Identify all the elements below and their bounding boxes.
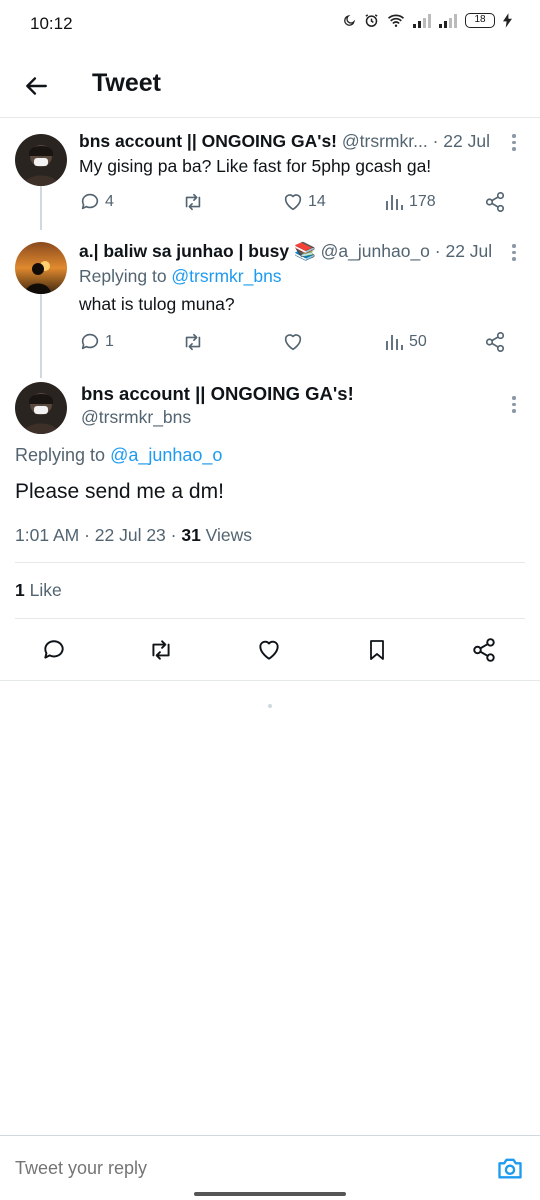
- reply-button[interactable]: 1: [79, 328, 114, 356]
- signal-icon: [439, 13, 457, 28]
- camera-icon: [498, 1158, 522, 1179]
- reply-bar: [0, 1135, 540, 1200]
- back-button[interactable]: [18, 68, 54, 104]
- more-options-icon[interactable]: [512, 396, 518, 413]
- views-icon: [386, 195, 403, 210]
- share-icon: [473, 638, 495, 662]
- main-tweet: bns account || ONGOING GA's! @trsrmkr_bn…: [0, 376, 540, 436]
- display-name[interactable]: bns account || ONGOING GA's!: [81, 383, 354, 405]
- display-name[interactable]: a.| baliw sa junhao | busy 📚: [79, 241, 316, 261]
- bookmark-button[interactable]: [359, 632, 395, 668]
- page-title: Tweet: [92, 69, 161, 97]
- reply-icon: [81, 193, 99, 210]
- status-bar: 10:12 18: [0, 0, 540, 46]
- user-handle[interactable]: @trsrmkr_bns: [81, 407, 354, 428]
- header: Tweet: [0, 56, 540, 118]
- mention-link[interactable]: @trsrmkr_bns: [171, 266, 281, 286]
- signal-icon: [413, 13, 431, 28]
- user-handle[interactable]: @trsrmkr...: [342, 131, 428, 151]
- divider: [15, 618, 525, 619]
- replying-to-label: Replying to: [79, 266, 172, 286]
- battery-icon: 18: [465, 13, 495, 28]
- like-button[interactable]: 14: [282, 188, 326, 216]
- divider: [0, 680, 540, 681]
- heart-icon: [284, 334, 302, 351]
- tweet-header: a.| baliw sa junhao | busy 📚 @a_junhao_o…: [79, 239, 510, 263]
- tweet-timestamp[interactable]: 1:01 AM · 22 Jul 23 ·: [15, 525, 181, 545]
- tweet-meta: 1:01 AM · 22 Jul 23 · 31 Views: [15, 525, 252, 546]
- reply-button[interactable]: [36, 632, 72, 668]
- replying-to-label: Replying to: [15, 445, 111, 465]
- more-options-icon[interactable]: [512, 244, 518, 261]
- display-name[interactable]: bns account || ONGOING GA's!: [79, 131, 337, 151]
- reply-input[interactable]: [15, 1158, 435, 1179]
- home-indicator[interactable]: [194, 1192, 346, 1196]
- tweet-text: Please send me a dm!: [15, 480, 224, 503]
- avatar[interactable]: [15, 382, 67, 434]
- reply-count: 1: [105, 333, 114, 350]
- reply-icon: [81, 333, 99, 350]
- divider: [15, 562, 525, 563]
- tweet-actions: 1 50: [79, 328, 510, 356]
- back-arrow-icon: [26, 77, 47, 95]
- share-icon: [485, 332, 505, 352]
- reply-button[interactable]: 4: [79, 188, 114, 216]
- likes-summary[interactable]: 1 Like: [15, 580, 62, 601]
- main-tweet-actions: [0, 632, 540, 668]
- replying-to: Replying to @trsrmkr_bns: [79, 263, 510, 289]
- tweet-date: · 22 Jul: [429, 241, 493, 261]
- like-button[interactable]: [282, 328, 308, 356]
- share-button[interactable]: [484, 328, 506, 356]
- tweet-actions: 4 14 178: [79, 188, 510, 216]
- alarm-icon: [364, 13, 379, 28]
- more-options-icon[interactable]: [512, 134, 518, 151]
- tweet-header: bns account || ONGOING GA's! @trsrmkr...…: [79, 129, 510, 153]
- share-icon: [485, 192, 505, 212]
- avatar[interactable]: [15, 242, 67, 294]
- share-button[interactable]: [466, 632, 502, 668]
- tweet-date: · 22 Jul: [427, 131, 490, 151]
- thread-tweet[interactable]: bns account || ONGOING GA's! @trsrmkr...…: [0, 126, 540, 226]
- avatar[interactable]: [15, 134, 67, 186]
- like-count: 14: [308, 193, 326, 210]
- likes-count: 1: [15, 580, 25, 600]
- views-count: 178: [409, 193, 436, 210]
- tweet-content: a.| baliw sa junhao | busy 📚 @a_junhao_o…: [79, 239, 510, 317]
- tweet-text: My gising pa ba? Like fast for 5php gcas…: [79, 156, 432, 176]
- author-info: bns account || ONGOING GA's! @trsrmkr_bn…: [81, 383, 354, 428]
- replying-to: Replying to @a_junhao_o: [15, 445, 222, 466]
- views-button[interactable]: 50: [385, 328, 427, 356]
- like-button[interactable]: [251, 632, 287, 668]
- retweet-button[interactable]: [143, 632, 179, 668]
- retweet-icon: [185, 333, 201, 351]
- retweet-button[interactable]: [181, 328, 209, 356]
- reply-count: 4: [105, 193, 114, 210]
- heart-icon: [284, 194, 302, 211]
- wifi-icon: [387, 13, 405, 28]
- retweet-icon: [185, 193, 201, 211]
- tweet-content: bns account || ONGOING GA's! @trsrmkr...…: [79, 129, 510, 179]
- share-button[interactable]: [484, 188, 506, 216]
- likes-label: Like: [24, 580, 62, 600]
- tweet-text: what is tulog muna?: [79, 294, 235, 314]
- charging-icon: [503, 13, 512, 28]
- thread-tweet[interactable]: a.| baliw sa junhao | busy 📚 @a_junhao_o…: [0, 234, 540, 364]
- camera-button[interactable]: [496, 1154, 524, 1182]
- loading-indicator: [268, 704, 272, 708]
- status-icons: 18: [343, 13, 512, 28]
- views-count: 31: [181, 525, 201, 545]
- retweet-button[interactable]: [181, 188, 209, 216]
- moon-icon: [343, 14, 356, 27]
- reply-icon: [44, 640, 64, 659]
- views-button[interactable]: 178: [385, 188, 436, 216]
- user-handle[interactable]: @a_junhao_o: [321, 241, 430, 261]
- views-icon: [386, 335, 403, 350]
- mention-link[interactable]: @a_junhao_o: [110, 445, 222, 465]
- status-time: 10:12: [30, 14, 73, 33]
- heart-icon: [259, 640, 279, 660]
- bookmark-icon: [370, 640, 384, 660]
- retweet-icon: [152, 640, 170, 660]
- views-count: 50: [409, 333, 427, 350]
- views-label: Views: [200, 525, 253, 545]
